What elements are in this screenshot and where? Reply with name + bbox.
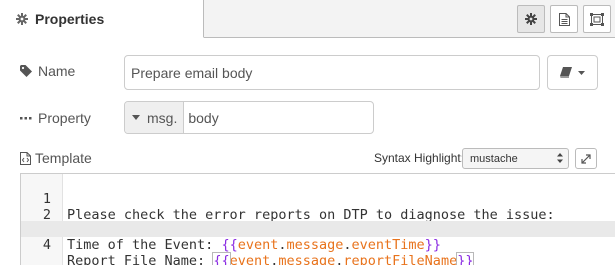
tab-bar: Properties — [0, 0, 615, 38]
line-number: 4 — [42, 237, 51, 253]
gear-icon — [16, 12, 28, 25]
syntax-highlight-select[interactable]: mustache — [462, 148, 569, 169]
mustache-object: event — [237, 237, 279, 253]
template-label-row: Template — [20, 150, 92, 166]
appearance-view-button[interactable] — [583, 5, 611, 33]
name-label-row: Name — [20, 63, 75, 79]
tab-properties[interactable]: Properties — [0, 0, 204, 38]
document-icon — [558, 12, 570, 26]
select-arrows-icon — [557, 152, 563, 164]
name-label: Name — [38, 63, 76, 79]
properties-view-button[interactable] — [517, 5, 545, 33]
property-label: Property — [38, 110, 91, 126]
mustache-close: }} — [456, 252, 475, 265]
code-prefix: Time of the Event: — [67, 237, 222, 253]
property-label-row: Property — [20, 110, 91, 126]
syntax-highlight-label: Syntax Highlight: — [374, 151, 465, 165]
code-prefix: Report File Name: — [67, 253, 214, 265]
syntax-highlight-value: mustache — [470, 152, 518, 165]
node-settings-icon — [590, 12, 604, 26]
name-input[interactable]: Prepare email body — [124, 55, 540, 90]
property-type-label: msg. — [147, 109, 178, 126]
mustache-object: event — [229, 253, 271, 265]
mustache-property: message — [286, 237, 344, 253]
code-text: Time of the Event: {{event.message.event… — [67, 237, 441, 253]
code-line: 1 Please check the error reports on DTP … — [21, 175, 615, 223]
caret-down-icon — [578, 70, 585, 75]
mustache-open: {{ — [212, 252, 231, 265]
property-type-select[interactable]: msg. — [125, 102, 185, 133]
mustache-field: reportFileName — [343, 253, 458, 265]
tab-properties-label: Properties — [35, 10, 105, 27]
gear-icon — [525, 13, 537, 25]
mustache-field: eventTime — [351, 237, 425, 253]
expand-icon — [581, 153, 591, 164]
mustache-property: message — [278, 253, 336, 265]
property-value-input[interactable]: body — [184, 102, 218, 133]
caret-down-icon — [132, 115, 140, 120]
code-line: 3 Time of the Event: {{event.message.eve… — [21, 205, 615, 253]
book-icon — [560, 67, 572, 78]
ellipsis-icon — [20, 116, 32, 120]
tag-icon — [20, 65, 32, 77]
mustache-close: }} — [424, 237, 441, 253]
file-code-icon — [20, 151, 31, 165]
code-line-active: 4 Report File Name: {{event.message.repo… — [21, 221, 615, 265]
config-dropdown-button[interactable] — [547, 55, 598, 90]
property-typed-input: msg. body — [124, 101, 374, 134]
expand-editor-button[interactable] — [575, 148, 597, 169]
name-input-value: Prepare email body — [131, 64, 253, 81]
template-label: Template — [35, 150, 92, 166]
mustache-dot: . — [343, 237, 352, 253]
property-value: body — [188, 109, 219, 126]
description-view-button[interactable] — [550, 5, 578, 33]
mustache-open: {{ — [221, 237, 238, 253]
code-text: Report File Name: {{event.message.report… — [67, 252, 475, 265]
template-editor[interactable]: 1 Please check the error reports on DTP … — [20, 173, 615, 265]
